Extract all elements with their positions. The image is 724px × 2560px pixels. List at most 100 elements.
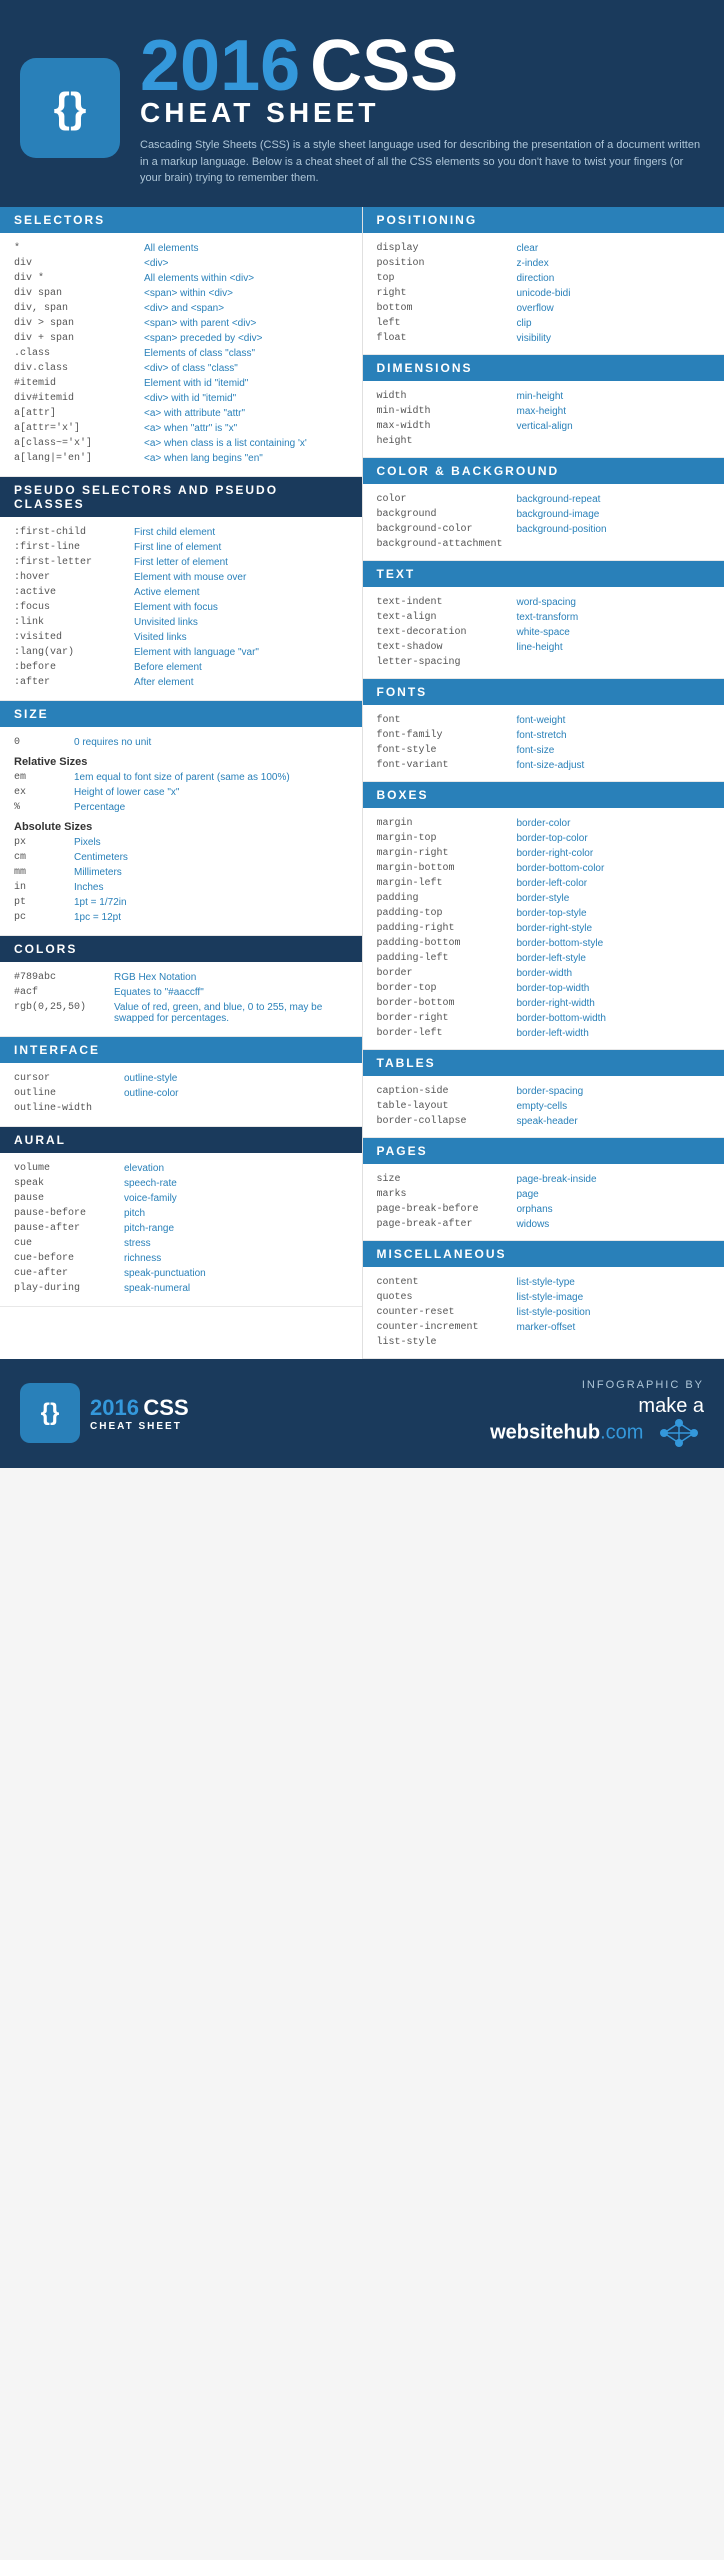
prop-value: word-spacing bbox=[517, 597, 576, 608]
size-key: em bbox=[14, 772, 74, 783]
prop-value: clip bbox=[517, 318, 532, 329]
footer-brand-pre: make a bbox=[638, 1395, 704, 1417]
list-item: :afterAfter element bbox=[14, 675, 348, 690]
prop-key: table-layout bbox=[377, 1101, 517, 1112]
list-item: max-widthvertical-align bbox=[377, 419, 711, 434]
list-item: a[attr='x']<a> when "attr" is "x" bbox=[14, 421, 348, 436]
prop-key: div span bbox=[14, 288, 144, 299]
list-item: %Percentage bbox=[14, 800, 348, 815]
prop-key: div#itemid bbox=[14, 393, 144, 404]
list-item: div span<span> within <div> bbox=[14, 286, 348, 301]
size-desc: Height of lower case "x" bbox=[74, 787, 348, 798]
selectors-header: SELECTORS bbox=[0, 207, 362, 233]
text-list: text-indentword-spacingtext-aligntext-tr… bbox=[377, 595, 711, 670]
list-item: :first-letterFirst letter of element bbox=[14, 555, 348, 570]
interface-header: INTERFACE bbox=[0, 1037, 362, 1063]
prop-value: clear bbox=[517, 243, 539, 254]
prop-key: marks bbox=[377, 1189, 517, 1200]
prop-value: <div> with id "itemid" bbox=[144, 393, 348, 404]
list-item: :activeActive element bbox=[14, 585, 348, 600]
size-zero-desc: 0 requires no unit bbox=[74, 737, 348, 748]
prop-key: background-color bbox=[377, 524, 517, 535]
prop-value: <a> with attribute "attr" bbox=[144, 408, 348, 419]
footer-year: 2016 bbox=[90, 1395, 139, 1420]
positioning-section: POSITIONING displayclearpositionz-indext… bbox=[363, 207, 724, 355]
prop-value: border-bottom-width bbox=[517, 1013, 606, 1024]
pseudo-selectors-header: PSEUDO SELECTORS AND PSEUDO CLASSES bbox=[0, 477, 362, 517]
size-desc: Pixels bbox=[74, 837, 348, 848]
list-item: fontfont-weight bbox=[377, 713, 711, 728]
colors-list: #789abcRGB Hex Notation#acfEquates to "#… bbox=[14, 970, 348, 1026]
size-key: % bbox=[14, 802, 74, 813]
prop-key: :active bbox=[14, 587, 134, 598]
tables-list: caption-sideborder-spacingtable-layoutem… bbox=[377, 1084, 711, 1129]
color-desc: Value of red, green, and blue, 0 to 255,… bbox=[114, 1002, 348, 1024]
prop-value: font-weight bbox=[517, 715, 566, 726]
prop-key: margin-right bbox=[377, 848, 517, 859]
prop-key: font-style bbox=[377, 745, 517, 756]
iface-desc bbox=[124, 1103, 348, 1114]
prop-key: page-break-before bbox=[377, 1204, 517, 1215]
prop-key: div, span bbox=[14, 303, 144, 314]
list-item: em1em equal to font size of parent (same… bbox=[14, 770, 348, 785]
prop-key: div.class bbox=[14, 363, 144, 374]
aural-desc: speech-rate bbox=[124, 1178, 348, 1189]
list-item: border-topborder-top-width bbox=[377, 981, 711, 996]
footer-brand: make a websitehub.com bbox=[490, 1395, 704, 1448]
prop-key: content bbox=[377, 1277, 517, 1288]
list-item: #acfEquates to "#aaccff" bbox=[14, 985, 348, 1000]
list-item: :lang(var)Element with language "var" bbox=[14, 645, 348, 660]
iface-key: outline-width bbox=[14, 1103, 124, 1114]
list-item: a[class~='x']<a> when class is a list co… bbox=[14, 436, 348, 451]
hub-network-icon bbox=[654, 1418, 704, 1448]
list-item: page-break-afterwidows bbox=[377, 1217, 711, 1232]
list-item: border-rightborder-bottom-width bbox=[377, 1011, 711, 1026]
list-item: padding-bottomborder-bottom-style bbox=[377, 936, 711, 951]
prop-value: <span> within <div> bbox=[144, 288, 348, 299]
header-text-block: 2016 CSS CHEAT SHEET Cascading Style She… bbox=[120, 30, 704, 187]
prop-value: All elements within <div> bbox=[144, 273, 348, 284]
positioning-header: POSITIONING bbox=[363, 207, 724, 233]
prop-key: :after bbox=[14, 677, 134, 688]
prop-value: <div> bbox=[144, 258, 348, 269]
size-desc: 1pt = 1/72in bbox=[74, 897, 348, 908]
list-item: widthmin-height bbox=[377, 389, 711, 404]
positioning-list: displayclearpositionz-indextopdirectionr… bbox=[377, 241, 711, 346]
boxes-section: BOXES marginborder-colormargin-topborder… bbox=[363, 782, 724, 1050]
list-item: markspage bbox=[377, 1187, 711, 1202]
list-item: topdirection bbox=[377, 271, 711, 286]
miscellaneous-header: MISCELLANEOUS bbox=[363, 1241, 724, 1267]
list-item: leftclip bbox=[377, 316, 711, 331]
prop-value: background-image bbox=[517, 509, 600, 520]
prop-key: padding-top bbox=[377, 908, 517, 919]
prop-key: div * bbox=[14, 273, 144, 284]
list-item: min-widthmax-height bbox=[377, 404, 711, 419]
list-item: text-aligntext-transform bbox=[377, 610, 711, 625]
aural-key: pause-before bbox=[14, 1208, 124, 1219]
prop-key: height bbox=[377, 436, 517, 447]
list-item: list-style bbox=[377, 1335, 711, 1350]
list-item: text-indentword-spacing bbox=[377, 595, 711, 610]
list-item: pc1pc = 12pt bbox=[14, 910, 348, 925]
aural-desc: richness bbox=[124, 1253, 348, 1264]
prop-value: border-bottom-style bbox=[517, 938, 604, 949]
list-item: counter-incrementmarker-offset bbox=[377, 1320, 711, 1335]
list-item: cue-afterspeak-punctuation bbox=[14, 1266, 348, 1281]
color-key: #789abc bbox=[14, 972, 114, 983]
footer-css: CSS bbox=[143, 1395, 188, 1420]
prop-key: a[attr] bbox=[14, 408, 144, 419]
list-item: :first-childFirst child element bbox=[14, 525, 348, 540]
prop-key: padding-left bbox=[377, 953, 517, 964]
prop-value: min-height bbox=[517, 391, 564, 402]
prop-key: padding-right bbox=[377, 923, 517, 934]
aural-desc: voice-family bbox=[124, 1193, 348, 1204]
prop-value: border-right-color bbox=[517, 848, 594, 859]
color-key: #acf bbox=[14, 987, 114, 998]
footer-brand-main: websitehub bbox=[490, 1421, 600, 1443]
prop-key: a[class~='x'] bbox=[14, 438, 144, 449]
dimensions-header: DIMENSIONS bbox=[363, 355, 724, 381]
list-item: backgroundbackground-image bbox=[377, 507, 711, 522]
prop-value: border-top-style bbox=[517, 908, 587, 919]
miscellaneous-list: contentlist-style-typequoteslist-style-i… bbox=[377, 1275, 711, 1350]
list-item: pause-afterpitch-range bbox=[14, 1221, 348, 1236]
